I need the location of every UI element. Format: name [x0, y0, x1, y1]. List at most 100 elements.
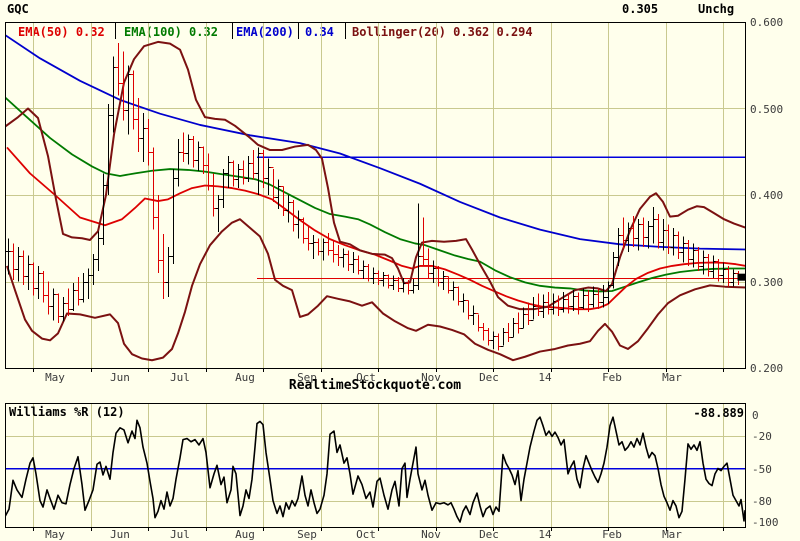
ohlc-bar: [185, 134, 192, 165]
ohlc-bar: [545, 291, 552, 315]
month-label: Jul: [170, 528, 190, 541]
williams-r-chart: [5, 403, 746, 531]
month-label: Jun: [110, 528, 130, 541]
ohlc-bar: [525, 302, 532, 325]
watermark-realtimestockquote: RealtimeStockquote.com: [288, 378, 462, 393]
ohlc-bar: [160, 233, 167, 299]
month-label: Mar: [662, 528, 682, 541]
ohlc-bar: [505, 323, 512, 343]
ohlc-bar: [55, 293, 62, 324]
ohlc-bar: [695, 246, 702, 272]
ohlc-bar: [575, 292, 582, 315]
ohlc-bar: [225, 156, 232, 189]
ohlc-bar: [250, 150, 257, 180]
ohlc-bar: [350, 252, 357, 273]
series-bollinger-lower: [6, 218, 746, 362]
ohlc-bar: [360, 260, 367, 279]
ohlc-bar: [10, 243, 17, 280]
month-label: Aug: [235, 528, 255, 541]
ohlc-bar: [30, 262, 37, 296]
ohlc-bar: [495, 333, 502, 351]
ohlc-bar: [465, 300, 472, 320]
month-label: 14: [538, 528, 552, 541]
ohlc-bar: [5, 238, 12, 275]
main-price-chart: [5, 22, 746, 372]
williams-y-tick-label: -20: [752, 430, 772, 444]
ohlc-bar: [485, 328, 492, 346]
ohlc-bar: [265, 158, 272, 195]
ohlc-bar: [105, 104, 112, 195]
main-y-tick-label: 0.200: [750, 362, 784, 375]
ohlc-bar: [175, 138, 182, 187]
ohlc-bar: [515, 312, 522, 334]
ohlc-bar: [200, 146, 207, 175]
ohlc-bar: [180, 132, 187, 163]
ohlc-bar: [230, 160, 237, 187]
main-y-tick-label: 0.300: [750, 275, 784, 289]
ohlc-bar: [310, 234, 317, 260]
ohlc-bar: [685, 239, 692, 266]
month-label: May: [45, 528, 65, 541]
ohlc-bar: [40, 271, 47, 303]
ohlc-bar: [15, 246, 22, 282]
ohlc-bar: [305, 226, 312, 251]
ohlc-bar: [95, 231, 102, 272]
ohlc-bar: [590, 286, 597, 308]
ohlc-bar: [145, 118, 152, 166]
ohlc-bar: [140, 112, 147, 163]
ohlc-bar: [335, 245, 342, 266]
ohlc-bar: [155, 195, 162, 273]
ohlc-bar: [440, 271, 447, 291]
ohlc-bar: [480, 323, 487, 341]
ohlc-bar: [710, 255, 717, 279]
ohlc-bar: [25, 255, 32, 291]
williams-y-tick-label: -100: [752, 516, 779, 529]
williams-y-tick-label: -50: [752, 462, 772, 476]
ohlc-bar: [50, 288, 57, 321]
ohlc-bar: [410, 278, 417, 294]
ohlc-bar: [130, 70, 137, 130]
ohlc-bar: [170, 169, 177, 265]
symbol-title: GQC: [7, 2, 29, 16]
ohlc-bar: [380, 271, 387, 287]
ohlc-bar: [385, 274, 392, 289]
williams-current-value: -88.889: [693, 406, 744, 420]
ohlc-bar: [490, 331, 497, 349]
ohlc-bar: [295, 210, 302, 239]
month-label: Oct: [356, 528, 376, 541]
ohlc-bar: [45, 281, 52, 315]
ohlc-bar: [470, 305, 477, 325]
ohlc-bar: [580, 288, 587, 310]
main-y-tick-label: 0.500: [750, 102, 784, 116]
ohlc-bar: [565, 293, 572, 314]
ohlc-bar: [675, 231, 682, 260]
ohlc-bar: [70, 283, 77, 311]
ohlc-bar: [660, 219, 667, 251]
month-label: Feb: [602, 528, 622, 541]
ohlc-bar: [75, 277, 82, 306]
ohlc-bar: [640, 217, 647, 247]
ohlc-bar: [455, 286, 462, 306]
ohlc-bar: [460, 293, 467, 313]
month-label: Dec: [479, 528, 499, 541]
ohlc-bar: [680, 236, 687, 263]
ohlc-bar: [190, 136, 197, 168]
ohlc-bar: [395, 277, 402, 292]
ohlc-bar: [500, 328, 507, 347]
ohlc-bar: [340, 248, 347, 268]
ohlc-bar: [720, 262, 727, 284]
ohlc-bar: [475, 313, 482, 332]
ohlc-bar: [215, 195, 222, 233]
main-y-tick-label: 0.400: [750, 189, 784, 202]
ohlc-bar: [315, 238, 322, 256]
ohlc-bar: [255, 147, 262, 195]
ohlc-bar: [355, 255, 362, 275]
ohlc-bar: [615, 227, 622, 266]
ohlc-bar: [400, 278, 407, 293]
ohlc-bar: [670, 227, 677, 256]
main-y-tick-label: 0.600: [750, 16, 784, 29]
ohlc-bar: [115, 42, 122, 96]
ohlc-bar: [430, 260, 437, 284]
ohlc-bar: [520, 307, 527, 329]
ohlc-bar: [20, 250, 27, 285]
